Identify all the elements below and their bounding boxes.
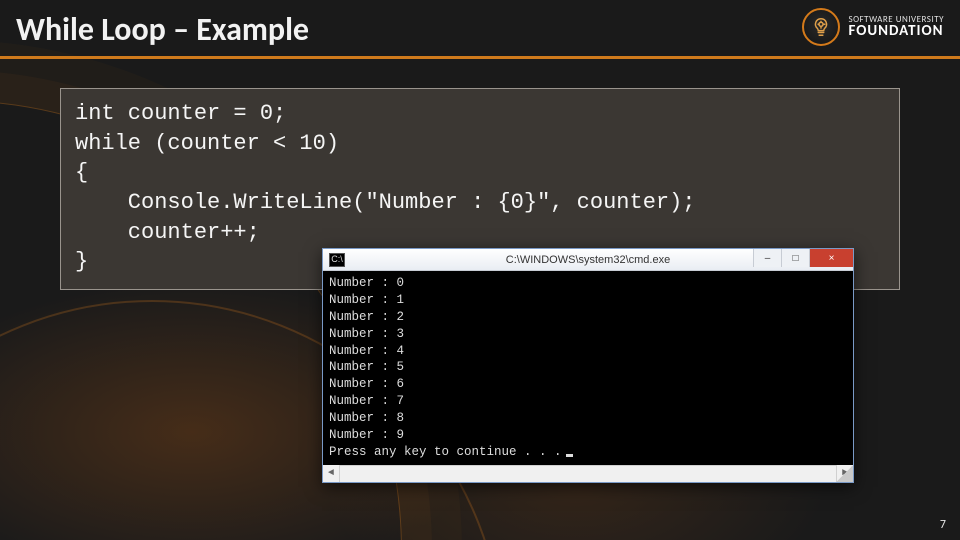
page-number: 7 — [940, 518, 946, 532]
close-button[interactable]: × — [809, 249, 853, 267]
output-line: Number : 5 — [329, 360, 404, 374]
window-controls: – □ × — [753, 249, 853, 267]
code-line: } — [75, 249, 88, 274]
output-line: Number : 9 — [329, 428, 404, 442]
output-line: Number : 6 — [329, 377, 404, 391]
code-line: while (counter < 10) — [75, 131, 339, 156]
output-line: Number : 2 — [329, 310, 404, 324]
cmd-window: C:\ C:\WINDOWS\system32\cmd.exe – □ × Nu… — [322, 248, 854, 483]
output-line: Number : 0 — [329, 276, 404, 290]
resize-grip-icon[interactable] — [836, 465, 853, 482]
output-line: Number : 4 — [329, 344, 404, 358]
output-line: Press any key to continue . . . — [329, 445, 562, 459]
softuni-logo: SOFTWARE UNIVERSITY FOUNDATION — [802, 8, 944, 46]
output-line: Number : 1 — [329, 293, 404, 307]
logo-text: SOFTWARE UNIVERSITY FOUNDATION — [848, 15, 944, 39]
title-underline — [0, 56, 960, 59]
scroll-left-icon[interactable]: ◄ — [323, 465, 340, 482]
code-line: int counter = 0; — [75, 101, 286, 126]
cursor-icon — [566, 454, 573, 457]
output-line: Number : 8 — [329, 411, 404, 425]
cmd-title: C:\WINDOWS\system32\cmd.exe — [506, 254, 670, 266]
cmd-icon: C:\ — [329, 253, 345, 267]
minimize-button[interactable]: – — [753, 249, 781, 267]
cmd-output[interactable]: Number : 0 Number : 1 Number : 2 Number … — [323, 271, 853, 465]
code-line: counter++; — [75, 220, 260, 245]
cmd-titlebar[interactable]: C:\ C:\WINDOWS\system32\cmd.exe – □ × — [323, 249, 853, 271]
output-line: Number : 3 — [329, 327, 404, 341]
code-line: { — [75, 160, 88, 185]
lightbulb-gear-icon — [802, 8, 840, 46]
code-line: Console.WriteLine("Number : {0}", counte… — [75, 190, 696, 215]
horizontal-scrollbar[interactable]: ◄ ► — [323, 465, 853, 482]
output-line: Number : 7 — [329, 394, 404, 408]
maximize-button[interactable]: □ — [781, 249, 809, 267]
logo-line2: FOUNDATION — [848, 24, 944, 39]
slide-title: While Loop – Example — [16, 10, 309, 55]
